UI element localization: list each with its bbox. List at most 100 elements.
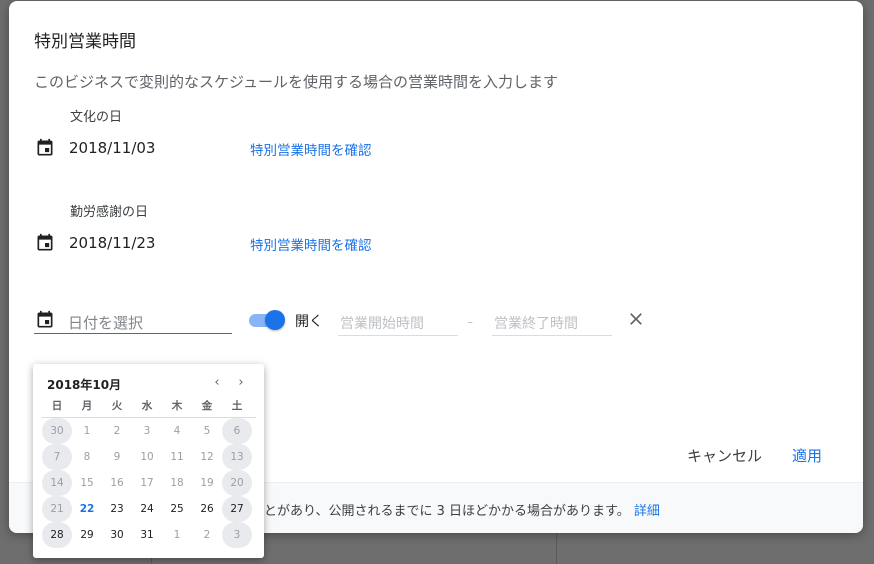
calendar-day-number: 30 — [110, 529, 124, 541]
calendar-day[interactable]: 8 — [72, 444, 102, 470]
weekday-header: 日月火水木金土 — [42, 398, 256, 418]
confirm-hours-link[interactable]: 特別営業時間を確認 — [250, 139, 372, 159]
footer-note: とがあり、公開されるまでに 3 日ほどかかる場合があります。 詳細 — [264, 500, 660, 519]
calendar-day[interactable]: 19 — [192, 470, 222, 496]
date-select-input[interactable]: 日付を選択 — [34, 307, 232, 334]
calendar-day[interactable]: 29 — [72, 522, 102, 548]
calendar-day[interactable]: 10 — [132, 444, 162, 470]
confirm-hours-link[interactable]: 特別営業時間を確認 — [250, 234, 372, 254]
calendar-day[interactable]: 26 — [192, 496, 222, 522]
dialog-title: 特別営業時間 — [34, 32, 136, 52]
calendar-day[interactable]: 14 — [42, 470, 72, 496]
calendar-day-number: 21 — [50, 503, 64, 515]
time-separator: – — [467, 315, 473, 329]
calendar-day-number: 30 — [50, 425, 64, 437]
special-date[interactable]: 2018/11/23 — [69, 234, 155, 252]
calendar-day-number: 11 — [170, 451, 184, 463]
calendar-day[interactable]: 2 — [192, 522, 222, 548]
calendar-day-number: 22 — [79, 503, 95, 515]
calendar-day[interactable]: 13 — [222, 444, 252, 470]
calendar-day[interactable]: 25 — [162, 496, 192, 522]
calendar-day[interactable]: 31 — [132, 522, 162, 548]
holiday-label: 文化の日 — [70, 110, 123, 125]
calendar-day-number: 12 — [200, 451, 214, 463]
calendar-day[interactable]: 4 — [162, 418, 192, 444]
close-icon[interactable] — [626, 309, 646, 329]
calendar-day[interactable]: 24 — [132, 496, 162, 522]
apply-button[interactable]: 適用 — [792, 445, 822, 466]
next-month-icon[interactable]: › — [234, 375, 248, 391]
dialog-description: このビジネスで変則的なスケジュールを使用する場合の営業時間を入力します — [34, 73, 558, 91]
calendar-day-number: 13 — [230, 451, 244, 463]
weekday-label: 日 — [51, 400, 63, 412]
calendar-day-number: 2 — [113, 425, 121, 437]
close-time-placeholder: 営業終了時間 — [494, 316, 578, 332]
calendar-day-today[interactable]: 22 — [72, 496, 102, 522]
calendar-day-number: 10 — [140, 451, 154, 463]
special-date[interactable]: 2018/11/03 — [69, 139, 155, 157]
calendar-day-number: 28 — [50, 529, 64, 541]
weekday-label: 月 — [81, 400, 93, 412]
weekday-label: 水 — [141, 400, 153, 412]
cancel-button[interactable]: キャンセル — [687, 445, 762, 466]
calendar-icon[interactable] — [35, 310, 55, 330]
calendar-day-number: 27 — [230, 503, 244, 515]
calendar-day[interactable]: 11 — [162, 444, 192, 470]
calendar-day-number: 1 — [83, 425, 91, 437]
calendar-grid: 日月火水木金土 30 1 2 3 4 5 6 7 8 9 10 11 12 13 14 15 16 17 18 19 2… — [42, 398, 256, 548]
calendar-day[interactable]: 3 — [222, 522, 252, 548]
calendar-day[interactable]: 2 — [102, 418, 132, 444]
weekday-label: 火 — [111, 400, 123, 412]
calendar-day[interactable]: 6 — [222, 418, 252, 444]
calendar-day-number: 5 — [203, 425, 211, 437]
calendar-day[interactable]: 12 — [192, 444, 222, 470]
calendar-day[interactable]: 23 — [102, 496, 132, 522]
calendar-day[interactable]: 30 — [102, 522, 132, 548]
calendar-week-row: 7 8 9 10 11 12 13 — [42, 444, 256, 470]
calendar-day-number: 14 — [50, 477, 64, 489]
calendar-icon[interactable] — [35, 138, 55, 158]
calendar-day-number: 4 — [173, 425, 181, 437]
calendar-week-row: 14 15 16 17 18 19 20 — [42, 470, 256, 496]
calendar-week-row: 30 1 2 3 4 5 6 — [42, 418, 256, 444]
calendar-day[interactable]: 17 — [132, 470, 162, 496]
details-link[interactable]: 詳細 — [634, 504, 660, 519]
calendar-day-number: 3 — [233, 529, 241, 541]
datepicker-month: 2018年10月 — [47, 378, 122, 392]
weekday-label: 土 — [231, 400, 243, 412]
calendar-day[interactable]: 3 — [132, 418, 162, 444]
prev-month-icon[interactable]: ‹ — [210, 375, 224, 391]
calendar-day-number: 15 — [80, 477, 94, 489]
calendar-week-row: 28 29 30 31 1 2 3 — [42, 522, 256, 548]
calendar-day[interactable]: 1 — [72, 418, 102, 444]
calendar-day[interactable]: 5 — [192, 418, 222, 444]
calendar-day[interactable]: 27 — [222, 496, 252, 522]
calendar-day[interactable]: 30 — [42, 418, 72, 444]
calendar-day[interactable]: 21 — [42, 496, 72, 522]
open-time-placeholder: 営業開始時間 — [340, 316, 424, 332]
holiday-label: 勤労感謝の日 — [70, 205, 149, 220]
calendar-day[interactable]: 20 — [222, 470, 252, 496]
calendar-day-number: 17 — [140, 477, 154, 489]
calendar-day-number: 7 — [53, 451, 61, 463]
calendar-day[interactable]: 18 — [162, 470, 192, 496]
calendar-day[interactable]: 7 — [42, 444, 72, 470]
calendar-day[interactable]: 1 — [162, 522, 192, 548]
calendar-day-number: 1 — [173, 529, 181, 541]
calendar-day-number: 6 — [233, 425, 241, 437]
calendar-day[interactable]: 9 — [102, 444, 132, 470]
calendar-body: 30 1 2 3 4 5 6 7 8 9 10 11 12 13 14 15 16 17 18 19 20 21 22 23 2… — [42, 418, 256, 548]
calendar-icon[interactable] — [35, 233, 55, 253]
open-toggle[interactable] — [249, 310, 285, 330]
weekday-label: 木 — [171, 400, 183, 412]
calendar-day-number: 31 — [140, 529, 154, 541]
calendar-day[interactable]: 16 — [102, 470, 132, 496]
open-time-field[interactable]: 営業開始時間 — [338, 307, 458, 336]
calendar-day-number: 25 — [170, 503, 184, 515]
close-time-field[interactable]: 営業終了時間 — [492, 307, 612, 336]
calendar-day[interactable]: 15 — [72, 470, 102, 496]
calendar-day[interactable]: 28 — [42, 522, 72, 548]
calendar-day-number: 23 — [110, 503, 124, 515]
calendar-day-number: 2 — [203, 529, 211, 541]
datepicker-popup: 2018年10月 ‹ › 日月火水木金土 30 1 2 3 4 5 6 7 8 9 10 11 12 13… — [33, 364, 264, 558]
